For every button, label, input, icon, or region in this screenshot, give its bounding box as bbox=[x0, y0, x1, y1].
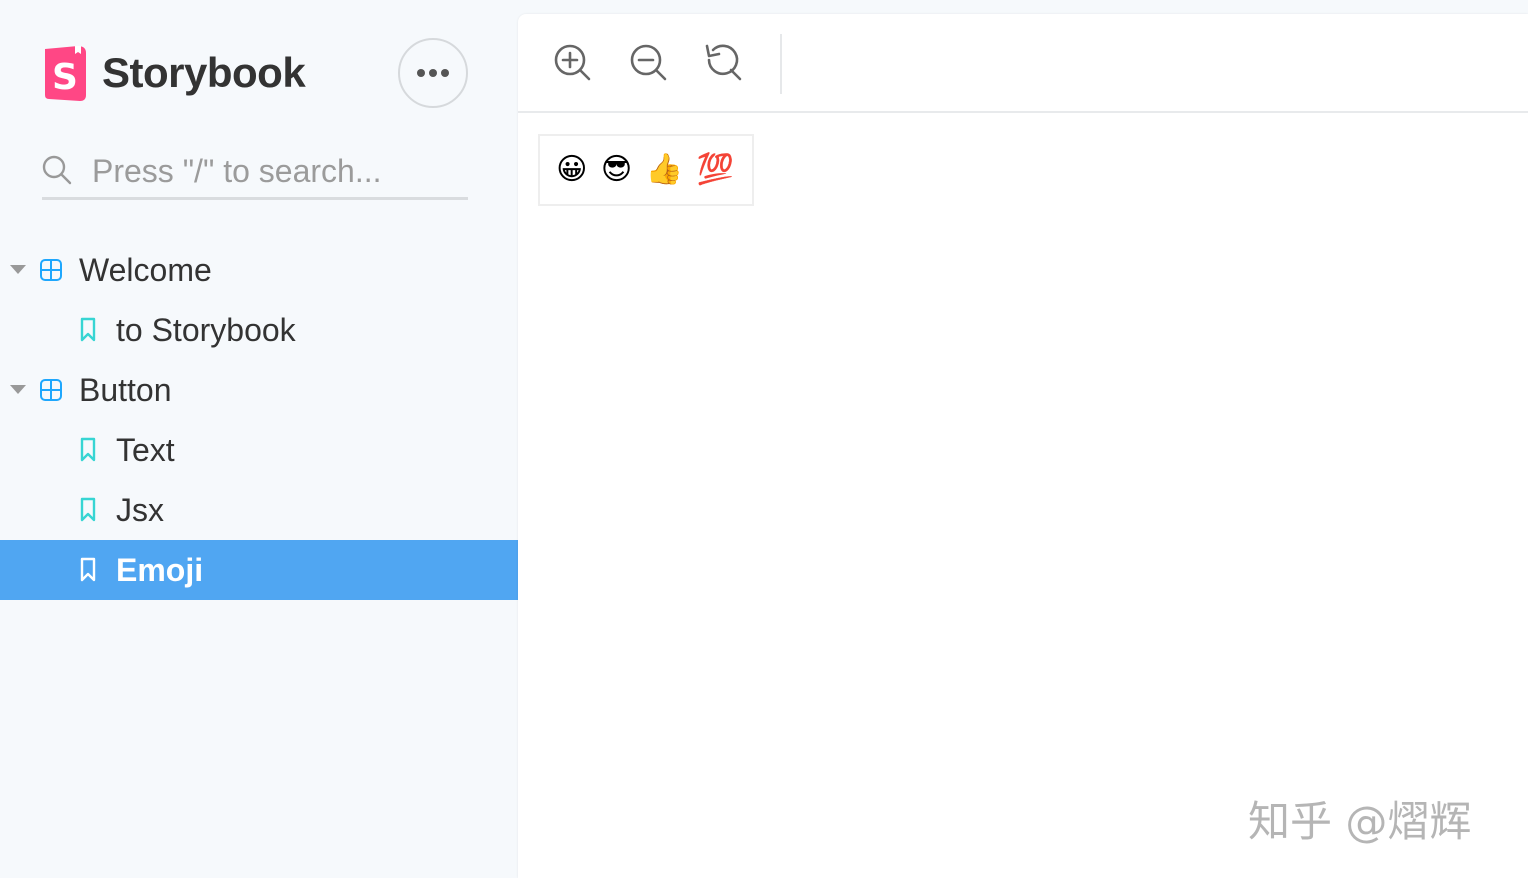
watermark: 知乎 @熠辉 bbox=[1248, 797, 1472, 846]
tree-group-button[interactable]: Button bbox=[0, 360, 518, 420]
bookmark-icon bbox=[80, 557, 96, 582]
tree-story-label: Emoji bbox=[116, 552, 204, 588]
chevron-down-icon[interactable] bbox=[10, 385, 26, 395]
search-icon bbox=[42, 155, 72, 184]
bookmark-icon bbox=[80, 437, 96, 462]
search-input[interactable] bbox=[92, 147, 462, 196]
tree-group-welcome[interactable]: Welcome bbox=[0, 240, 518, 300]
tree-story-emoji[interactable]: Emoji bbox=[0, 540, 518, 600]
toolbar-divider bbox=[780, 34, 782, 94]
tree-story-to-storybook[interactable]: to Storybook bbox=[0, 300, 518, 360]
reset-zoom-icon bbox=[705, 44, 742, 81]
story-canvas: 😀 😎 👍 💯 bbox=[518, 114, 1528, 878]
sidebar: S Storybook Welcome bbox=[0, 0, 518, 878]
bookmark-icon bbox=[80, 317, 96, 342]
component-icon bbox=[40, 259, 62, 281]
svg-text:S: S bbox=[52, 57, 78, 98]
component-icon bbox=[40, 379, 62, 401]
storybook-logo-icon: S bbox=[45, 46, 86, 101]
tree-story-label: Text bbox=[116, 432, 175, 468]
story-tree: Welcome to Storybook Button Text Jsx Emo… bbox=[0, 240, 518, 600]
tree-group-label: Welcome bbox=[79, 252, 212, 288]
chevron-down-icon[interactable] bbox=[10, 265, 26, 275]
brand[interactable]: S Storybook bbox=[42, 44, 306, 102]
emoji-button[interactable]: 😀 😎 👍 💯 bbox=[538, 134, 754, 206]
bookmark-icon bbox=[80, 497, 96, 522]
zoom-out-button[interactable] bbox=[628, 42, 668, 82]
sidebar-menu-button[interactable] bbox=[398, 38, 468, 108]
zoom-out-icon bbox=[630, 44, 667, 81]
preview-panel: 😀 😎 👍 💯 bbox=[518, 14, 1528, 878]
tree-story-label: to Storybook bbox=[116, 312, 296, 348]
reset-zoom-button[interactable] bbox=[703, 42, 743, 82]
tree-story-label: Jsx bbox=[116, 492, 164, 528]
tree-group-label: Button bbox=[79, 372, 172, 408]
tree-story-jsx[interactable]: Jsx bbox=[0, 480, 518, 540]
tree-story-text[interactable]: Text bbox=[0, 420, 518, 480]
ellipsis-icon bbox=[417, 69, 449, 77]
zoom-in-icon bbox=[554, 44, 591, 81]
brand-name: Storybook bbox=[102, 49, 306, 96]
toolbar bbox=[518, 14, 1528, 113]
zoom-in-button[interactable] bbox=[552, 42, 592, 82]
search-bar bbox=[42, 146, 468, 200]
